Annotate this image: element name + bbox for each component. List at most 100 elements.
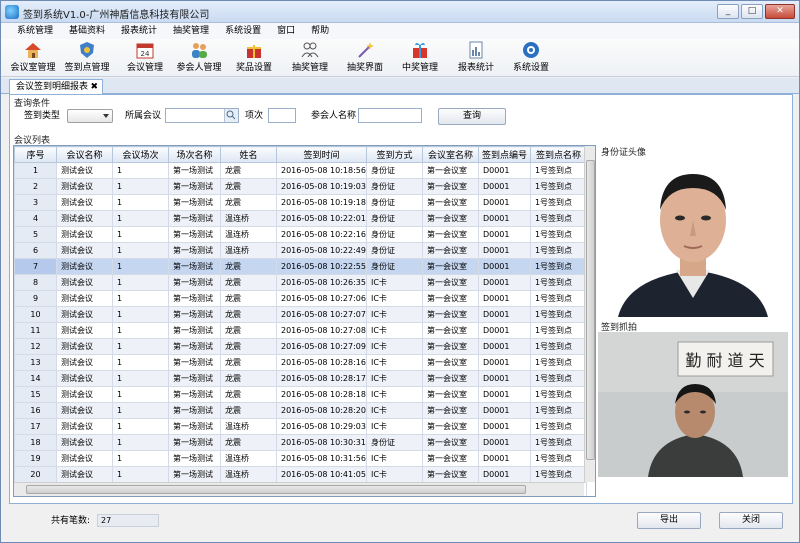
- column-header[interactable]: 会议名称: [56, 146, 113, 163]
- table-row[interactable]: 10 测试会议 1 第一场测试 龙震 2016-05-08 10:27:07 IC卡 第一会议…: [14, 306, 587, 323]
- vertical-scrollbar[interactable]: [584, 146, 595, 482]
- checkin-time-cell: 2016-05-08 10:22:01: [276, 210, 367, 227]
- toolbar-lottery-screen[interactable]: 抽奖界面: [337, 40, 393, 76]
- person-name-input[interactable]: [358, 108, 422, 123]
- toolbar-winner-management[interactable]: 中奖管理: [392, 40, 448, 76]
- table-row[interactable]: 6 测试会议 1 第一场测试 温连桥 2016-05-08 10:22:49 身份证 第一会议…: [14, 242, 587, 259]
- menu-reports[interactable]: 报表统计: [113, 23, 165, 39]
- toolbar-report-statistics[interactable]: 报表统计: [448, 40, 504, 76]
- table-header-row: 序号 会议名称 会议场次 场次名称 姓名 签到时间 签到方式 会议室名称 签到点…: [14, 146, 587, 163]
- minimize-button[interactable]: _: [717, 4, 739, 19]
- row-index: 10: [14, 306, 57, 323]
- point-code-cell: D0001: [477, 338, 531, 355]
- toolbar-checkin-point-management[interactable]: 签到点管理: [59, 40, 115, 76]
- name-cell: 龙震: [220, 386, 277, 403]
- record-count-value: 27: [97, 514, 159, 527]
- table-row[interactable]: 18 测试会议 1 第一场测试 龙震 2016-05-08 10:30:31 身份证 第一会议…: [14, 434, 587, 451]
- toolbar-prize-settings[interactable]: 奖品设置: [226, 40, 282, 76]
- search-icon[interactable]: [224, 109, 238, 122]
- meeting-name-cell: 测试会议: [56, 370, 113, 387]
- meeting-name-cell: 测试会议: [56, 290, 113, 307]
- checkin-time-cell: 2016-05-08 10:27:07: [276, 306, 367, 323]
- column-header[interactable]: 序号: [14, 146, 57, 163]
- point-name-cell: 1号签到点: [529, 242, 587, 259]
- menu-lottery[interactable]: 抽奖管理: [165, 23, 217, 39]
- export-button[interactable]: 导出: [637, 512, 701, 529]
- session-cell: 1: [112, 434, 169, 451]
- menu-window[interactable]: 窗口: [269, 23, 303, 39]
- room-name-cell: 第一会议室: [421, 306, 479, 323]
- point-name-cell: 1号签到点: [529, 354, 587, 371]
- column-header[interactable]: 签到时间: [276, 146, 367, 163]
- session-cell: 1: [112, 242, 169, 259]
- scroll-thumb[interactable]: [586, 160, 595, 460]
- menu-help[interactable]: 帮助: [303, 23, 337, 39]
- checkin-method-cell: IC卡: [365, 402, 423, 419]
- table-row[interactable]: 20 测试会议 1 第一场测试 温连桥 2016-05-08 10:41:05 IC卡 第一会…: [14, 466, 587, 483]
- table-row[interactable]: 2 测试会议 1 第一场测试 龙震 2016-05-08 10:19:03 身份证 第一会议室…: [14, 178, 587, 195]
- table-row[interactable]: 9 测试会议 1 第一场测试 龙震 2016-05-08 10:27:06 IC卡 第一会议室…: [14, 290, 587, 307]
- column-header[interactable]: 签到点名称: [529, 146, 587, 163]
- session-name-cell: 第一场测试: [168, 354, 221, 371]
- table-row[interactable]: 11 测试会议 1 第一场测试 龙震 2016-05-08 10:27:08 IC卡 第一会议…: [14, 322, 587, 339]
- room-name-cell: 第一会议室: [421, 434, 479, 451]
- column-header[interactable]: 签到点编号: [477, 146, 531, 163]
- close-window-button[interactable]: ✕: [765, 4, 795, 19]
- close-button[interactable]: 关闭: [719, 512, 783, 529]
- toolbar-room-management[interactable]: 会议室管理: [5, 40, 61, 76]
- room-name-cell: 第一会议室: [421, 386, 479, 403]
- tab-close-icon[interactable]: ✖: [90, 80, 98, 94]
- toolbar-lottery-management[interactable]: 抽奖管理: [282, 40, 338, 76]
- checkin-time-cell: 2016-05-08 10:27:08: [276, 322, 367, 339]
- horizontal-scrollbar[interactable]: [14, 482, 584, 496]
- query-button[interactable]: 查询: [438, 108, 506, 125]
- table-row[interactable]: 1 测试会议 1 第一场测试 龙震 2016-05-08 10:18:56 身份证 第一会议室…: [14, 162, 587, 179]
- menu-basic-data[interactable]: 基础资料: [61, 23, 113, 39]
- checkin-type-select[interactable]: [67, 109, 113, 123]
- table-row[interactable]: 15 测试会议 1 第一场测试 龙震 2016-05-08 10:28:18 IC卡 第一会议…: [14, 386, 587, 403]
- table-row[interactable]: 14 测试会议 1 第一场测试 龙震 2016-05-08 10:28:17 IC卡 第一会议…: [14, 370, 587, 387]
- column-header[interactable]: 场次名称: [168, 146, 221, 163]
- session-name-cell: 第一场测试: [168, 178, 221, 195]
- session-name-cell: 第一场测试: [168, 242, 221, 259]
- point-name-cell: 1号签到点: [529, 258, 587, 275]
- toolbar-system-settings[interactable]: 系统设置: [503, 40, 559, 76]
- item-input[interactable]: [268, 108, 296, 123]
- checkin-method-cell: IC卡: [365, 322, 423, 339]
- menu-system[interactable]: 系统管理: [9, 23, 61, 39]
- column-header[interactable]: 姓名: [220, 146, 277, 163]
- menu-settings[interactable]: 系统设置: [217, 23, 269, 39]
- point-name-cell: 1号签到点: [529, 402, 587, 419]
- menu-bar: 系统管理 基础资料 报表统计 抽奖管理 系统设置 窗口 帮助: [1, 23, 799, 39]
- table-row[interactable]: 12 测试会议 1 第一场测试 龙震 2016-05-08 10:27:09 IC卡 第一会议…: [14, 338, 587, 355]
- maximize-button[interactable]: □: [741, 4, 763, 19]
- table-row[interactable]: 7 测试会议 1 第一场测试 龙震 2016-05-08 10:22:55 身份证 第一会议室…: [14, 258, 587, 275]
- column-header[interactable]: 会议场次: [112, 146, 169, 163]
- column-header[interactable]: 签到方式: [365, 146, 423, 163]
- table-row[interactable]: 4 测试会议 1 第一场测试 温连桥 2016-05-08 10:22:01 身份证 第一会议…: [14, 210, 587, 227]
- checkin-method-cell: 身份证: [365, 194, 423, 211]
- column-header[interactable]: 会议室名称: [421, 146, 479, 163]
- svg-text:24: 24: [141, 50, 150, 58]
- room-name-cell: 第一会议室: [421, 466, 479, 483]
- toolbar-meeting-management[interactable]: 24 会议管理: [117, 40, 173, 76]
- row-index: 4: [14, 210, 57, 227]
- table-row[interactable]: 3 测试会议 1 第一场测试 龙震 2016-05-08 10:19:18 身份证 第一会议室…: [14, 194, 587, 211]
- session-name-cell: 第一场测试: [168, 306, 221, 323]
- meeting-input[interactable]: [165, 108, 239, 123]
- table-row[interactable]: 13 测试会议 1 第一场测试 龙震 2016-05-08 10:28:16 IC卡 第一会议…: [14, 354, 587, 371]
- point-code-cell: D0001: [477, 402, 531, 419]
- table-row[interactable]: 17 测试会议 1 第一场测试 温连桥 2016-05-08 10:29:03 IC卡 第一会…: [14, 418, 587, 435]
- tab-checkin-detail-report[interactable]: 会议签到明细报表 ✖: [9, 79, 103, 94]
- table-row[interactable]: 16 测试会议 1 第一场测试 龙震 2016-05-08 10:28:20 IC卡 第一会议…: [14, 402, 587, 419]
- table-row[interactable]: 8 测试会议 1 第一场测试 龙震 2016-05-08 10:26:35 IC卡 第一会议室…: [14, 274, 587, 291]
- toolbar-attendee-management[interactable]: 参会人管理: [171, 40, 227, 76]
- room-name-cell: 第一会议室: [421, 354, 479, 371]
- row-index: 14: [14, 370, 57, 387]
- table-row[interactable]: 19 测试会议 1 第一场测试 温连桥 2016-05-08 10:31:56 IC卡 第一会…: [14, 450, 587, 467]
- title-bar[interactable]: 签到系统V1.0-广州神盾信息科技有限公司 _ □ ✕: [1, 1, 799, 23]
- table-row[interactable]: 5 测试会议 1 第一场测试 温连桥 2016-05-08 10:22:16 身份证 第一会议…: [14, 226, 587, 243]
- session-name-cell: 第一场测试: [168, 386, 221, 403]
- point-code-cell: D0001: [477, 210, 531, 227]
- scroll-thumb[interactable]: [26, 485, 526, 494]
